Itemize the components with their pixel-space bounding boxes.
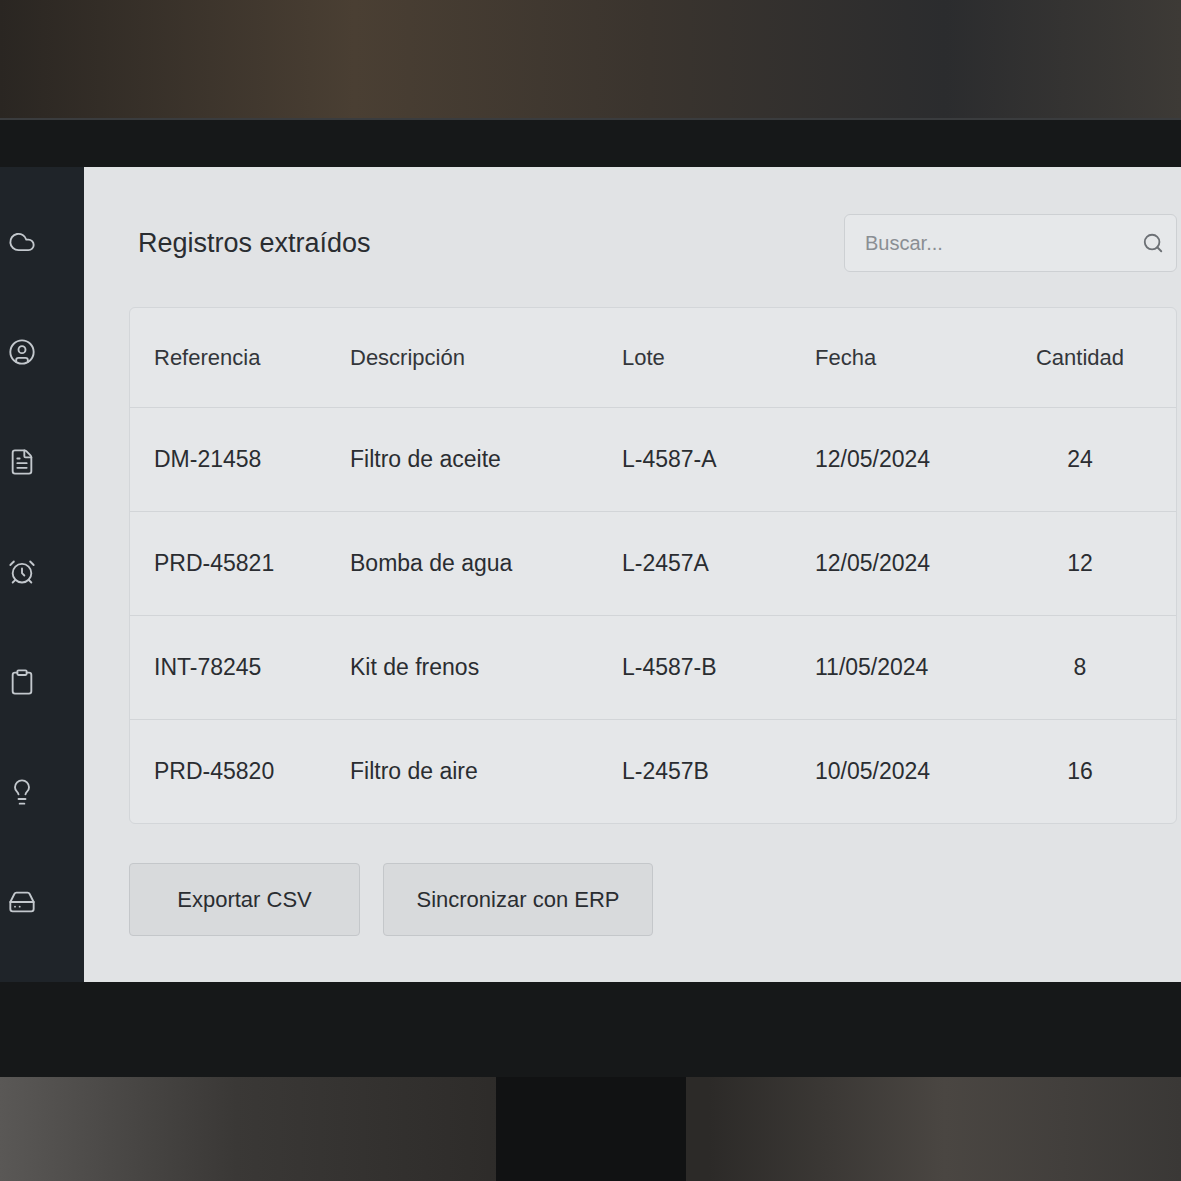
table-row[interactable]: DM-21458Filtro de aceiteL-4587-A12/05/20… [130,407,1176,511]
column-header[interactable]: Fecha [815,345,1025,371]
sidebar [0,167,84,982]
warehouse-background [0,0,1181,118]
header: Registros extraídos [129,167,1177,272]
column-header[interactable]: Descripción [350,345,622,371]
table-cell: Filtro de aceite [350,446,622,473]
cloud-icon[interactable] [8,228,36,256]
lightbulb-icon[interactable] [8,778,36,806]
table-cell: Bomba de agua [350,550,622,577]
page-title: Registros extraídos [138,228,371,259]
table-cell: 11/05/2024 [815,654,1025,681]
document-icon[interactable] [8,448,36,476]
table-cell: 10/05/2024 [815,758,1025,785]
warehouse-background [0,1077,1181,1181]
user-icon[interactable] [8,338,36,366]
monitor: Registros extraídos ReferenciaDescripción… [0,118,1181,1077]
table-cell: 8 [1025,654,1135,681]
table-cell: L-2457A [622,550,815,577]
column-header[interactable]: Cantidad [1025,345,1135,371]
records-table: ReferenciaDescripciónLoteFechaCantidadDM… [129,307,1177,824]
main-content: Registros extraídos ReferenciaDescripción… [84,167,1181,982]
search-box [844,214,1177,272]
table-row[interactable]: PRD-45821Bomba de aguaL-2457A12/05/20241… [130,511,1176,615]
monitor-stand [496,1077,686,1181]
button-row: Exportar CSV Sincronizar con ERP [129,863,1177,936]
clock-icon[interactable] [8,558,36,586]
export-button[interactable]: Exportar CSV [129,863,360,936]
screen: Registros extraídos ReferenciaDescripción… [0,167,1181,982]
table-header: ReferenciaDescripciónLoteFechaCantidad [130,308,1176,407]
table-cell: 24 [1025,446,1135,473]
table-cell: L-2457B [622,758,815,785]
database-icon[interactable] [8,888,36,916]
table-cell: INT-78245 [154,654,350,681]
table-row[interactable]: INT-78245Kit de frenosL-4587-B11/05/2024… [130,615,1176,719]
search-input[interactable] [863,231,1134,256]
table-cell: DM-21458 [154,446,350,473]
table-cell: 16 [1025,758,1135,785]
table-row[interactable]: PRD-45820Filtro de aireL-2457B10/05/2024… [130,719,1176,823]
table-cell: L-4587-B [622,654,815,681]
sync-button[interactable]: Sincronizar con ERP [383,863,653,936]
table-cell: 12/05/2024 [815,550,1025,577]
table-cell: Filtro de aire [350,758,622,785]
search-icon[interactable] [1142,232,1164,254]
column-header[interactable]: Referencia [154,345,350,371]
table-cell: 12 [1025,550,1135,577]
table-cell: L-4587-A [622,446,815,473]
table-cell: PRD-45821 [154,550,350,577]
table-cell: 12/05/2024 [815,446,1025,473]
table-cell: Kit de frenos [350,654,622,681]
table-cell: PRD-45820 [154,758,350,785]
clipboard-icon[interactable] [8,668,36,696]
column-header[interactable]: Lote [622,345,815,371]
photo: Registros extraídos ReferenciaDescripción… [0,0,1181,1181]
